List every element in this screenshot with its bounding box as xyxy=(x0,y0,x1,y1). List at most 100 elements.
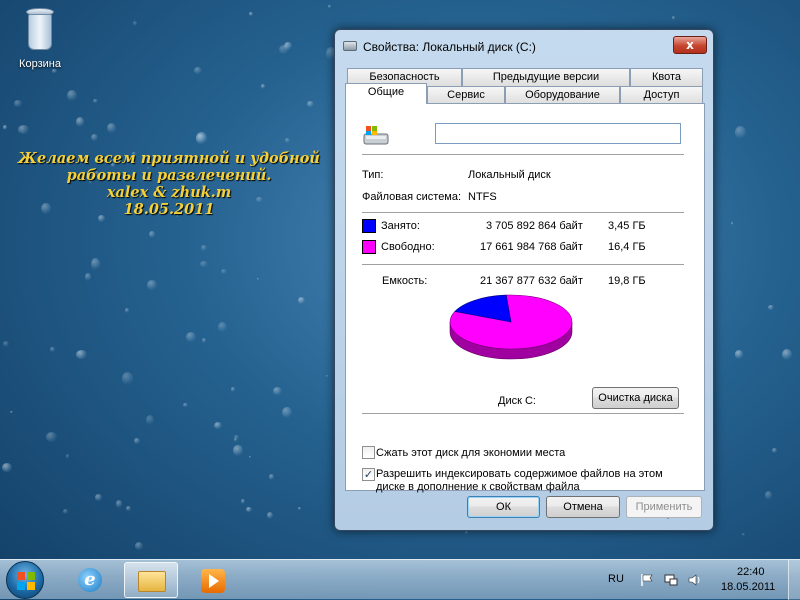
compress-checkbox[interactable] xyxy=(362,446,375,459)
water-drop xyxy=(261,84,266,89)
close-button[interactable]: x xyxy=(673,36,707,54)
tab-quota[interactable]: Квота xyxy=(630,68,703,86)
clock-time[interactable]: 22:40 xyxy=(737,566,765,578)
water-drop xyxy=(230,387,235,392)
water-drop xyxy=(14,100,23,107)
water-drop xyxy=(124,308,129,313)
drive-small-icon xyxy=(343,41,357,51)
water-drop xyxy=(268,474,274,480)
disk-cleanup-button[interactable]: Очистка диска xyxy=(592,387,679,409)
water-drop xyxy=(734,350,744,359)
water-drop xyxy=(248,455,251,458)
water-drop xyxy=(186,331,197,342)
language-indicator[interactable]: RU xyxy=(608,573,624,585)
water-drop xyxy=(241,499,246,504)
window-titlebar[interactable]: Свойства: Локальный диск (C:) x xyxy=(335,30,713,60)
network-icon[interactable] xyxy=(664,573,678,587)
cancel-button[interactable]: Отмена xyxy=(546,496,620,518)
water-drop xyxy=(149,230,156,239)
taskbar-internet-explorer[interactable]: e xyxy=(62,562,116,598)
water-drop xyxy=(147,280,158,290)
recycle-bin-desktop-icon[interactable]: Корзина xyxy=(8,4,72,70)
disk-properties-window: Свойства: Локальный диск (C:) x Безопасн… xyxy=(334,29,714,531)
water-drop xyxy=(307,101,314,107)
ok-button[interactable]: ОК xyxy=(467,496,540,518)
water-drop xyxy=(76,116,85,127)
water-drop xyxy=(741,533,746,537)
tab-hardware[interactable]: Оборудование xyxy=(505,86,620,104)
type-label: Тип: xyxy=(362,169,384,181)
free-label: Свободно: xyxy=(381,241,435,253)
water-drop xyxy=(672,15,676,20)
taskbar-media-player[interactable] xyxy=(186,562,240,598)
water-drop xyxy=(233,445,243,456)
tab-general[interactable]: Общие xyxy=(345,83,427,104)
disk-label: Диск C: xyxy=(498,395,536,407)
filesystem-value: NTFS xyxy=(468,191,497,203)
capacity-bytes: 21 367 877 632 байт xyxy=(480,275,583,287)
used-label: Занято: xyxy=(381,220,420,232)
water-drop xyxy=(107,123,117,134)
free-bytes: 17 661 984 768 байт xyxy=(480,241,583,253)
water-drop xyxy=(65,454,69,459)
water-drop xyxy=(768,305,775,311)
index-checkbox[interactable]: ✓ xyxy=(362,468,375,481)
tab-strip: Безопасность Предыдущие версии Квота Общ… xyxy=(345,68,705,104)
water-drop xyxy=(91,134,98,142)
greeting-line: работы и развлечений. xyxy=(66,167,272,184)
drive-name-input[interactable] xyxy=(435,123,681,144)
tab-tools[interactable]: Сервис xyxy=(427,86,505,104)
free-size: 16,4 ГБ xyxy=(608,241,646,253)
water-drop xyxy=(195,132,207,145)
action-center-flag-icon[interactable] xyxy=(640,573,654,587)
show-desktop-button[interactable] xyxy=(788,560,800,600)
taskbar: e RU 22:40 18.05.2011 xyxy=(0,559,800,600)
folder-icon xyxy=(138,571,166,592)
water-drop xyxy=(218,321,228,333)
greeting-line: Желаем всем приятной и удобной xyxy=(18,150,320,167)
windows-logo-icon xyxy=(17,572,35,590)
water-drop xyxy=(772,447,778,453)
separator xyxy=(362,154,684,155)
water-drop xyxy=(115,500,123,508)
water-drop xyxy=(92,98,98,103)
water-drop xyxy=(248,11,253,16)
water-drop xyxy=(2,340,10,348)
water-drop xyxy=(282,406,293,419)
water-drop xyxy=(325,374,329,377)
volume-icon[interactable] xyxy=(688,573,702,587)
water-drop xyxy=(2,125,8,130)
clock-date[interactable]: 18.05.2011 xyxy=(721,581,775,593)
water-drop xyxy=(193,67,203,74)
separator xyxy=(362,413,684,414)
water-drop xyxy=(246,507,252,513)
water-drop xyxy=(464,530,468,535)
start-button[interactable] xyxy=(6,561,44,599)
separator xyxy=(362,264,684,265)
greeting-line: 18.05.2011 xyxy=(123,201,215,218)
water-drop xyxy=(782,349,793,361)
desktop-greeting: Желаем всем приятной и удобной работы и … xyxy=(14,150,324,218)
water-drop xyxy=(284,137,291,143)
media-player-icon xyxy=(201,569,225,593)
taskbar-explorer[interactable] xyxy=(124,562,178,598)
water-drop xyxy=(18,124,30,134)
capacity-size: 19,8 ГБ xyxy=(608,275,646,287)
water-drop xyxy=(45,432,57,443)
free-color-swatch xyxy=(362,240,376,254)
water-drop xyxy=(266,511,273,519)
filesystem-label: Файловая система: xyxy=(362,191,462,203)
recycle-bin-label: Корзина xyxy=(19,58,61,70)
water-drop xyxy=(84,273,91,281)
used-bytes: 3 705 892 864 байт xyxy=(486,220,583,232)
apply-button[interactable]: Применить xyxy=(626,496,702,518)
used-size: 3,45 ГБ xyxy=(608,220,646,232)
water-drop xyxy=(201,244,207,252)
capacity-label: Емкость: xyxy=(382,275,428,287)
water-drop xyxy=(298,507,302,510)
water-drop xyxy=(134,542,143,550)
water-drop xyxy=(75,350,87,359)
tab-previous-versions[interactable]: Предыдущие версии xyxy=(462,68,630,86)
tab-sharing[interactable]: Доступ xyxy=(620,86,703,104)
water-drop xyxy=(297,296,306,305)
